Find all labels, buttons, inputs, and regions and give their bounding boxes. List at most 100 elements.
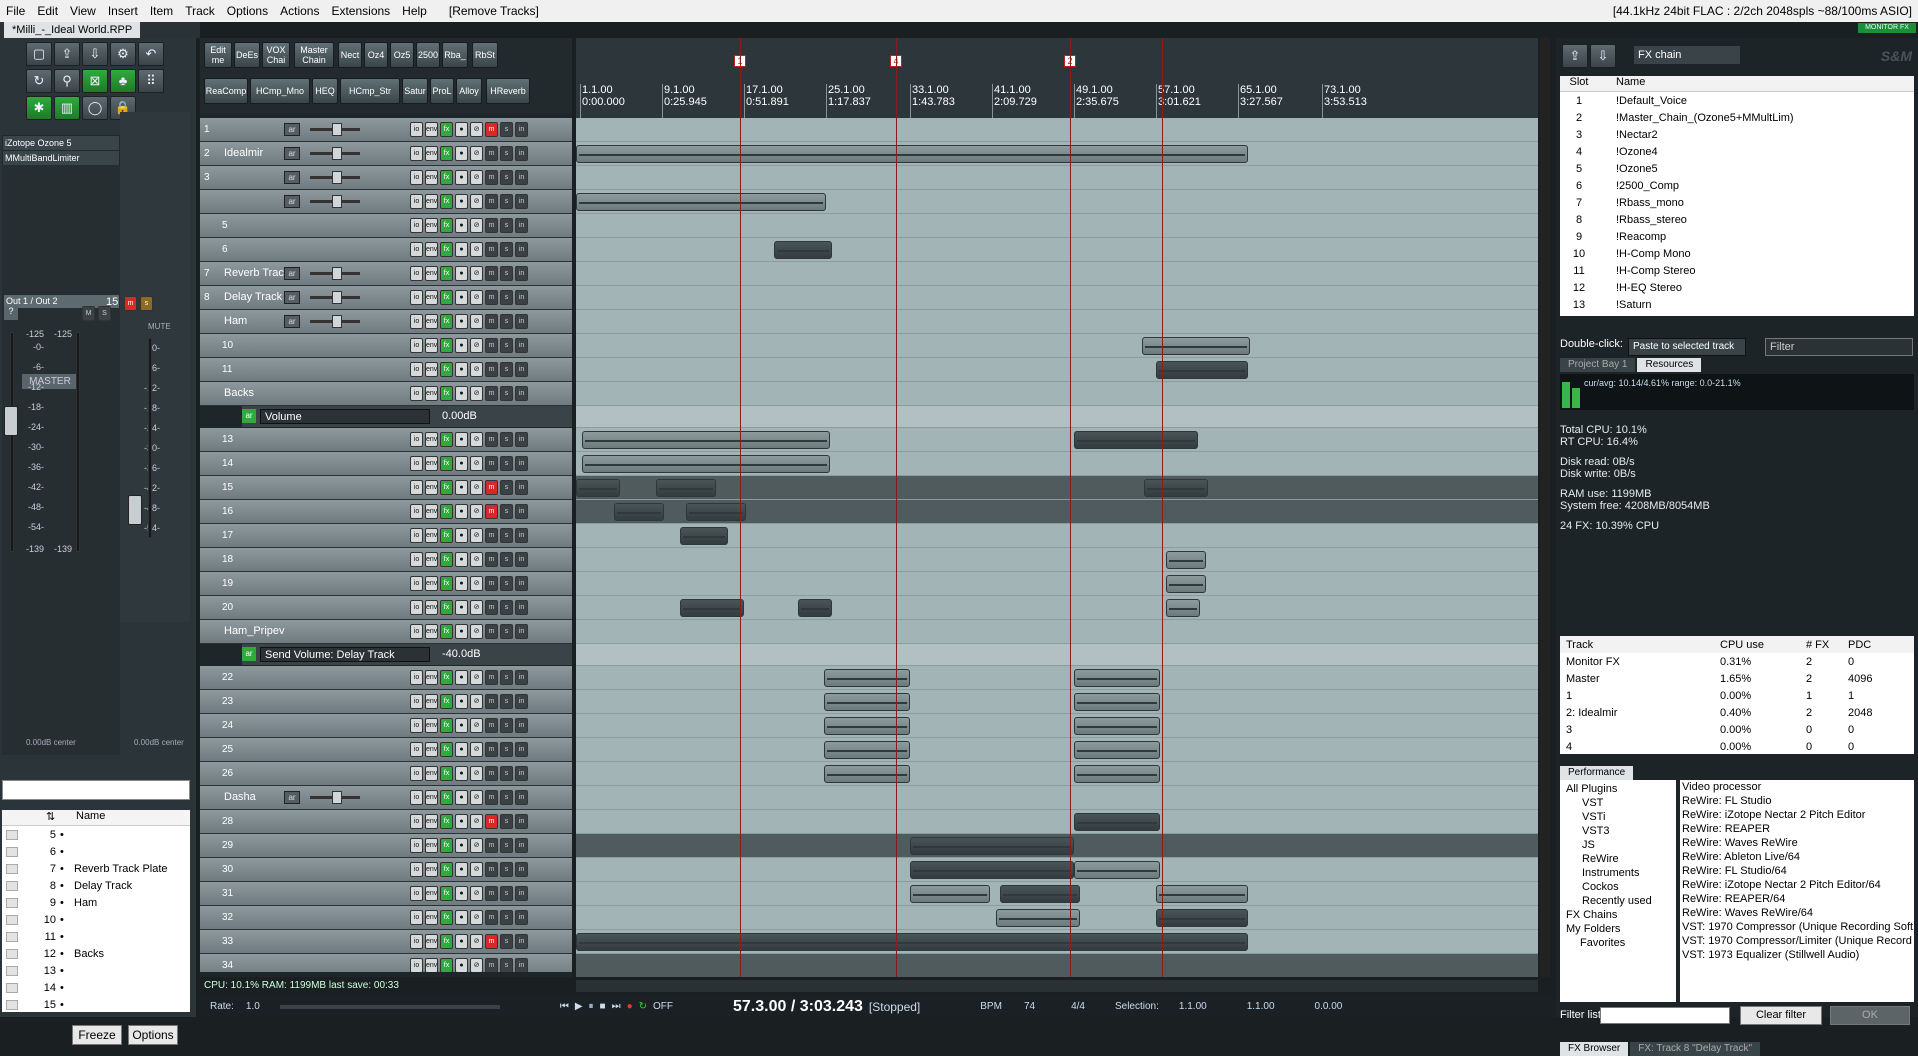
phase-icon[interactable]: ● [455,742,468,757]
tab-project-bay[interactable]: Project Bay 1 [1560,358,1636,372]
io-icon[interactable]: io [410,314,423,329]
input-icon[interactable]: in [515,552,528,567]
solo-button[interactable]: s [500,958,513,972]
record-arm-button[interactable]: ar [284,791,300,804]
track-header[interactable]: 16 io env fx ● ⊘ m s in [200,500,572,524]
resource-type-select[interactable]: FX chain [1634,46,1740,64]
fx-icon[interactable]: fx [440,814,453,829]
io-icon[interactable]: io [410,194,423,209]
play-icon[interactable]: ▶ [575,1001,583,1012]
monitor-fx-badge[interactable]: MONITOR FX [1858,23,1916,33]
media-item[interactable] [1074,741,1160,759]
tab-performance[interactable]: Performance [1560,766,1634,780]
track-header[interactable]: 28 io env fx ● ⊘ m s in [200,810,572,834]
track-header[interactable]: 19 io env fx ● ⊘ m s in [200,572,572,596]
snap-icon[interactable]: ⊠ [82,69,108,93]
fx-button-prol[interactable]: ProL [430,78,454,104]
solo-button[interactable]: s [500,242,513,257]
phase-icon[interactable]: ● [455,504,468,519]
track-list-row[interactable]: 7 • Reverb Track Plate [2,860,190,877]
fx-icon[interactable]: fx [440,314,453,329]
envelope-lane[interactable] [576,406,1538,428]
phase-icon[interactable]: ● [455,886,468,901]
fx-button-hreverb[interactable]: HReverb [486,78,530,104]
fx-plugin[interactable]: ReWire: FL Studio [1682,794,1914,808]
phase-icon[interactable]: ● [455,242,468,257]
input-icon[interactable]: in [515,314,528,329]
input-icon[interactable]: in [515,624,528,639]
input-icon[interactable]: in [515,576,528,591]
solo-button[interactable]: s [500,624,513,639]
tab-fx-browser[interactable]: FX Browser [1560,1042,1629,1056]
media-item[interactable] [910,837,1074,855]
phase-icon[interactable]: ● [455,314,468,329]
fx-button-reacomp[interactable]: ReaComp [204,78,248,104]
menu-file[interactable]: File [0,0,31,22]
fx-folder[interactable]: ReWire [1560,852,1676,866]
phase-icon[interactable]: ● [455,266,468,281]
mute-button[interactable]: m [485,194,498,209]
bypass-icon[interactable]: ⊘ [470,742,483,757]
pause-icon[interactable]: ⏸ [589,1001,594,1012]
fx-plugin[interactable]: ReWire: iZotope Nectar 2 Pitch Editor/64 [1682,878,1914,892]
io-icon[interactable]: io [410,766,423,781]
input-icon[interactable]: in [515,528,528,543]
slot-row[interactable]: 1 !Default_Voice [1560,92,1914,109]
bypass-icon[interactable]: ⊘ [470,718,483,733]
io-icon[interactable]: io [410,218,423,233]
track-header[interactable]: Ham_Pripev io env fx ● ⊘ m s in [200,620,572,644]
track-header[interactable]: 18 io env fx ● ⊘ m s in [200,548,572,572]
track-header[interactable]: Dasha ar io env fx ● ⊘ m s in [200,786,572,810]
io-icon[interactable]: io [410,624,423,639]
fx-folder[interactable]: Favorites [1560,936,1676,950]
phase-icon[interactable]: ● [455,766,468,781]
solo-button[interactable]: s [500,504,513,519]
track-lane[interactable] [576,358,1538,382]
fx-folder[interactable]: VSTi [1560,810,1676,824]
fx-icon[interactable]: fx [440,480,453,495]
io-icon[interactable]: io [410,338,423,353]
fx-icon[interactable]: fx [440,694,453,709]
fx-button-dees[interactable]: DeEs [234,42,260,68]
track-header[interactable]: 6 io env fx ● ⊘ m s in [200,238,572,262]
mute-button[interactable]: m [485,456,498,471]
solo-button[interactable]: s [500,194,513,209]
track-visible-checkbox[interactable] [6,982,18,993]
cpu-col-track[interactable]: Track [1560,639,1720,651]
loop-off-label[interactable]: OFF [653,1001,673,1012]
fx-button-vox-chai[interactable]: VOX Chai [262,42,290,68]
mixer-icon[interactable]: ▥ [54,96,80,120]
mute-button[interactable]: m [485,910,498,925]
media-item[interactable] [824,741,910,759]
rate-value[interactable]: 1.0 [246,1001,260,1012]
io-icon[interactable]: io [410,958,423,972]
envelope-icon[interactable]: env [425,814,438,829]
fx-folder[interactable]: Recently used [1560,894,1676,908]
track-header[interactable]: Backs io env fx ● ⊘ m s in [200,382,572,406]
phase-icon[interactable]: ● [455,552,468,567]
mute-button[interactable]: m [485,790,498,805]
fx-folder[interactable]: VST3 [1560,824,1676,838]
mute-button[interactable]: m [485,266,498,281]
master-volume-fader[interactable] [4,406,18,436]
phase-icon[interactable]: ● [455,432,468,447]
fx-icon[interactable]: fx [440,910,453,925]
mute-button[interactable]: m [485,290,498,305]
fx-plugin[interactable]: ReWire: Ableton Live/64 [1682,850,1914,864]
io-icon[interactable]: io [410,862,423,877]
bypass-icon[interactable]: ⊘ [470,218,483,233]
volume-slider[interactable] [310,195,360,208]
input-icon[interactable]: in [515,934,528,949]
mute-button[interactable]: m [485,170,498,185]
rate-slider[interactable] [279,1004,500,1009]
track-header[interactable]: 31 io env fx ● ⊘ m s in [200,882,572,906]
io-icon[interactable]: io [410,504,423,519]
envelope-icon[interactable]: env [425,910,438,925]
media-item[interactable] [656,479,716,497]
bypass-icon[interactable]: ⊘ [470,338,483,353]
media-item[interactable] [576,145,1248,163]
name-header[interactable]: Name [1598,76,1914,91]
slot-row[interactable]: 12 !H-EQ Stereo [1560,279,1914,296]
track-lane[interactable] [576,310,1538,334]
bypass-icon[interactable]: ⊘ [470,432,483,447]
